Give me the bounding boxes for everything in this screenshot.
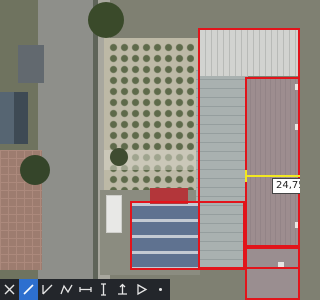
point-measure-button[interactable] — [151, 279, 170, 300]
tree — [110, 148, 128, 166]
tree — [88, 2, 124, 38]
diagonal-line-icon — [23, 284, 34, 295]
triangle-play-icon — [137, 283, 148, 296]
vertical-measure-button[interactable] — [94, 279, 113, 300]
line-measure-button[interactable] — [18, 279, 38, 300]
dot-icon — [159, 288, 163, 291]
parcel-outline[interactable] — [245, 77, 300, 247]
tree — [20, 155, 50, 185]
shed-roof — [18, 45, 44, 83]
polyline-icon — [60, 284, 73, 295]
area-measure-button[interactable] — [132, 279, 151, 300]
height-measure-button[interactable] — [113, 279, 132, 300]
parcel-outline[interactable] — [130, 201, 200, 270]
measurement-label: 24,75 — [272, 178, 300, 194]
measurement-endpoint[interactable] — [245, 170, 247, 182]
parcel-outline[interactable] — [198, 201, 245, 270]
road — [38, 0, 98, 300]
horizontal-measure-button[interactable] — [76, 279, 95, 300]
vertical-arrow-icon — [101, 283, 107, 296]
house-roof-slope — [0, 92, 14, 144]
vehicle — [106, 195, 122, 233]
aerial-map-view[interactable]: 24,75 — [0, 0, 300, 300]
horizontal-arrow-icon — [78, 287, 92, 292]
cross-icon — [4, 284, 15, 295]
angle-measure-button[interactable] — [38, 279, 57, 300]
clear-measurements-button[interactable] — [0, 279, 19, 300]
height-icon — [118, 283, 128, 295]
measurement-line[interactable] — [246, 175, 300, 177]
measure-toolbar — [0, 279, 170, 300]
polyline-measure-button[interactable] — [57, 279, 76, 300]
parcel-outline[interactable] — [245, 247, 300, 300]
angle-icon — [42, 284, 53, 295]
